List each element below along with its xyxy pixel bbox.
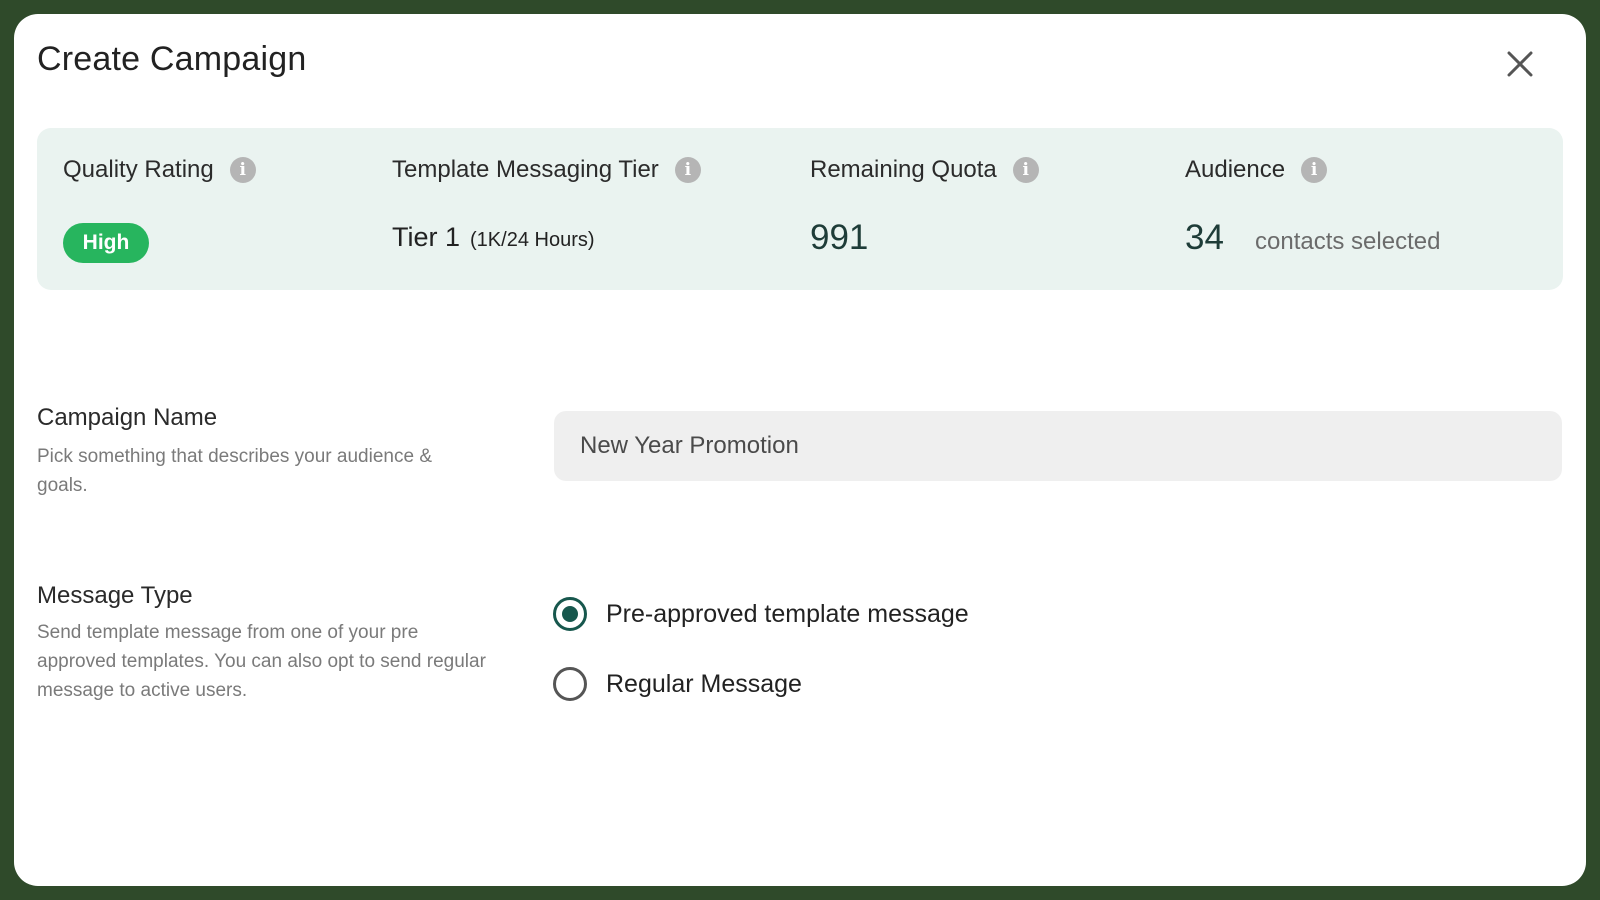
quality-rating-label: Quality Rating bbox=[63, 156, 214, 183]
info-icon[interactable]: i bbox=[1301, 157, 1328, 183]
audience-count: 34 bbox=[1185, 218, 1224, 257]
audience-count-suffix: contacts selected bbox=[1255, 228, 1441, 255]
info-icon[interactable]: i bbox=[229, 157, 256, 183]
radio-unchecked-icon[interactable] bbox=[553, 667, 587, 701]
close-icon bbox=[1507, 51, 1533, 77]
quality-status-badge: High bbox=[63, 223, 149, 263]
campaign-name-title: Campaign Name bbox=[37, 404, 218, 431]
info-icon[interactable]: i bbox=[674, 157, 701, 183]
message-type-description: Send template message from one of your p… bbox=[37, 622, 486, 701]
radio-checked-icon[interactable] bbox=[553, 597, 587, 631]
close-button[interactable] bbox=[1500, 44, 1540, 84]
audience-label-row: Audience i bbox=[1185, 156, 1328, 184]
campaign-name-description: Pick something that describes your audie… bbox=[37, 446, 432, 496]
radio-option-regular[interactable]: Regular Message bbox=[553, 667, 802, 701]
radio-option-pre-approved[interactable]: Pre-approved template message bbox=[553, 597, 969, 631]
create-campaign-modal: Create Campaign Quality Rating i High Te… bbox=[14, 14, 1586, 886]
messaging-tier-label: Template Messaging Tier bbox=[392, 156, 659, 183]
radio-option-label: Pre-approved template message bbox=[606, 599, 969, 628]
radio-option-label: Regular Message bbox=[606, 669, 802, 698]
quality-rating-label-row: Quality Rating i bbox=[63, 156, 256, 184]
remaining-quota-value: 991 bbox=[810, 218, 869, 257]
tier-name: Tier 1 bbox=[392, 222, 461, 252]
info-icon[interactable]: i bbox=[1012, 157, 1039, 183]
account-stats-panel: Quality Rating i High Template Messaging… bbox=[37, 128, 1563, 290]
remaining-quota-label: Remaining Quota bbox=[810, 156, 997, 183]
tier-limit: (1K/24 Hours) bbox=[470, 229, 595, 251]
modal-title: Create Campaign bbox=[37, 40, 307, 78]
remaining-quota-label-row: Remaining Quota i bbox=[810, 156, 1039, 184]
messaging-tier-label-row: Template Messaging Tier i bbox=[392, 156, 701, 184]
messaging-tier-value: Tier 1 (1K/24 Hours) bbox=[392, 222, 595, 253]
audience-label: Audience bbox=[1185, 156, 1286, 183]
campaign-name-input[interactable] bbox=[554, 411, 1562, 481]
message-type-title: Message Type bbox=[37, 582, 193, 609]
